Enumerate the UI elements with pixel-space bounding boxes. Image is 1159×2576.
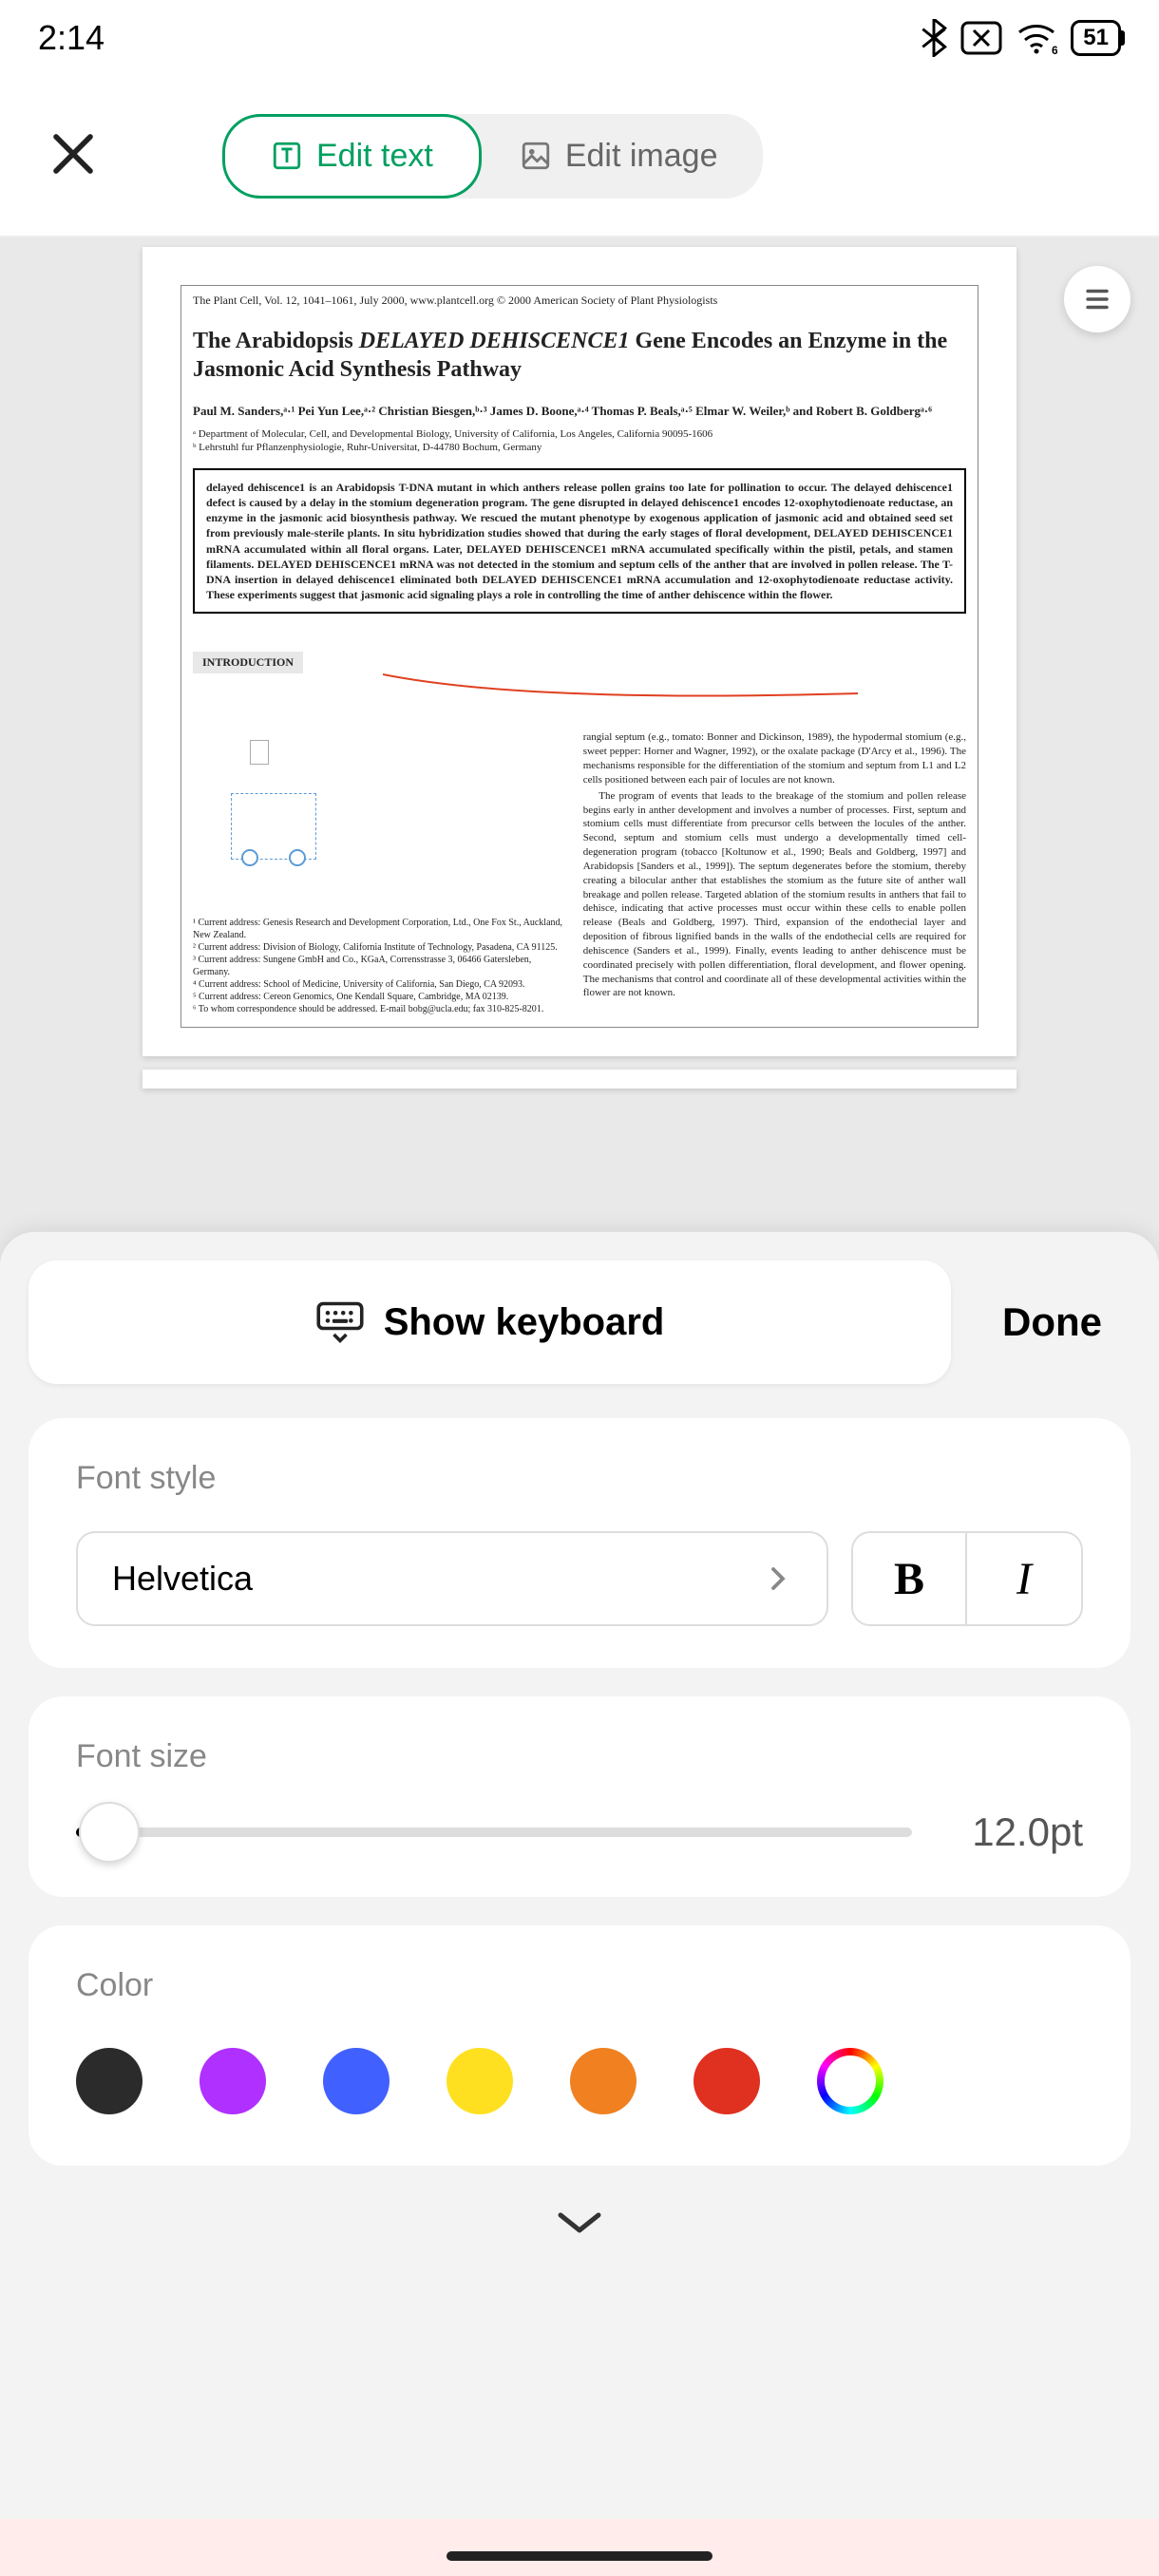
text-format-sheet: Show keyboard Done Font style Helvetica … <box>0 1232 1159 2576</box>
abstract: delayed dehiscence1 is an Arabidopsis T-… <box>193 468 966 615</box>
clock: 2:14 <box>38 18 104 58</box>
edit-text-tab[interactable]: Edit text <box>222 114 482 199</box>
collapse-sheet-button[interactable] <box>28 2194 1130 2246</box>
document-content: The Plant Cell, Vol. 12, 1041–1061, July… <box>180 285 978 1028</box>
show-keyboard-button[interactable]: Show keyboard <box>28 1260 951 1384</box>
font-size-value: 12.0pt <box>940 1809 1083 1855</box>
font-family-select[interactable]: Helvetica <box>76 1531 828 1626</box>
paper-title: The Arabidopsis DELAYED DEHISCENCE1 Gene… <box>193 327 966 384</box>
color-swatch-black[interactable] <box>76 2048 142 2114</box>
left-column: ¹ Current address: Genesis Research and … <box>193 730 564 1015</box>
status-icons: 6 51 <box>921 19 1121 57</box>
pdf-page[interactable]: The Plant Cell, Vol. 12, 1041–1061, July… <box>142 247 1016 1056</box>
color-swatches <box>76 2038 1083 2124</box>
edit-image-label: Edit image <box>565 138 718 175</box>
next-page-peek <box>142 1070 1016 1089</box>
font-size-label: Font size <box>76 1738 1083 1775</box>
show-keyboard-label: Show keyboard <box>384 1301 665 1344</box>
font-size-slider[interactable] <box>76 1828 912 1837</box>
bluetooth-icon <box>921 19 947 57</box>
edit-text-label: Edit text <box>316 138 433 175</box>
introduction-heading: INTRODUCTION <box>193 652 303 673</box>
battery-indicator: 51 <box>1071 20 1121 56</box>
text-cursor-placeholder[interactable] <box>250 740 269 765</box>
italic-button[interactable]: I <box>967 1533 1081 1624</box>
status-bar: 2:14 6 51 <box>0 0 1159 76</box>
font-size-panel: Font size 12.0pt <box>28 1696 1130 1897</box>
color-picker-button[interactable] <box>817 2048 884 2114</box>
wifi-icon: 6 <box>1016 21 1057 55</box>
color-swatch-yellow[interactable] <box>446 2048 513 2114</box>
slider-thumb[interactable] <box>79 1802 140 1863</box>
svg-text:6: 6 <box>1052 44 1057 55</box>
close-button[interactable] <box>48 128 99 184</box>
annotation-stroke <box>383 670 858 708</box>
notification-peek <box>0 2519 1159 2576</box>
home-indicator[interactable] <box>446 2551 712 2561</box>
chevron-right-icon <box>764 1564 792 1593</box>
font-style-panel: Font style Helvetica B I <box>28 1418 1130 1668</box>
bold-italic-group: B I <box>851 1531 1083 1626</box>
affiliations: ᵃ Department of Molecular, Cell, and Dev… <box>193 427 966 455</box>
page-menu-button[interactable] <box>1064 266 1130 332</box>
bold-button[interactable]: B <box>853 1533 967 1624</box>
top-toolbar: Edit text Edit image <box>0 76 1159 237</box>
font-style-label: Font style <box>76 1460 1083 1497</box>
selection-box[interactable] <box>231 793 316 860</box>
authors: Paul M. Sanders,ᵃ·¹ Pei Yun Lee,ᵃ·² Chri… <box>193 403 966 420</box>
color-swatch-purple[interactable] <box>200 2048 266 2114</box>
right-column: rangial septum (e.g., tomato: Bonner and… <box>583 730 966 1015</box>
color-swatch-orange[interactable] <box>570 2048 636 2114</box>
mode-segmented: Edit text Edit image <box>222 114 763 199</box>
edit-image-tab[interactable]: Edit image <box>453 114 764 199</box>
cast-x-icon <box>960 21 1002 55</box>
color-label: Color <box>76 1967 1083 2004</box>
color-panel: Color <box>28 1925 1130 2166</box>
journal-info: The Plant Cell, Vol. 12, 1041–1061, July… <box>193 294 966 308</box>
footnotes: ¹ Current address: Genesis Research and … <box>193 917 564 1015</box>
font-family-value: Helvetica <box>112 1559 253 1599</box>
color-swatch-red[interactable] <box>694 2048 760 2114</box>
done-button[interactable]: Done <box>974 1299 1130 1345</box>
color-swatch-blue[interactable] <box>323 2048 390 2114</box>
